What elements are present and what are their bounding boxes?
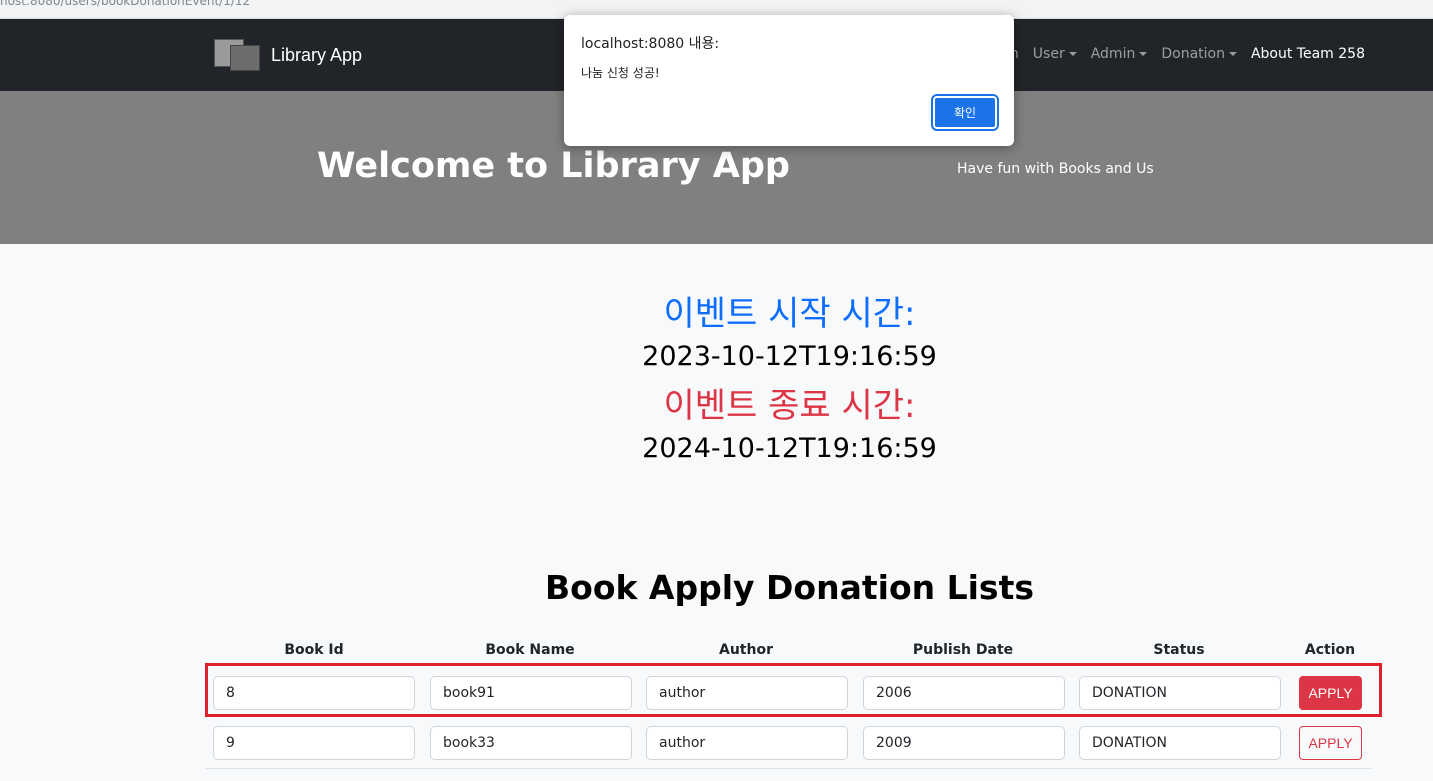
apply-button[interactable]: APPLY [1299,676,1362,710]
table-header: Book Id Book Name Author Publish Date St… [206,642,1372,662]
nav-item-donation[interactable]: Donation [1161,46,1237,62]
column-header-status: Status [1153,642,1205,658]
dialog-title: localhost:8080 내용: [581,36,720,52]
publish-date-field[interactable]: 2006 [863,676,1065,710]
author-field[interactable]: author [646,676,848,710]
column-header-author: Author [719,642,773,658]
caret-down-icon [1068,52,1077,56]
nav-item-user-label: User [1032,46,1065,62]
status-field[interactable]: DONATION [1079,726,1281,760]
nav-menu: rch User Admin Donation About Team 258 [997,46,1365,62]
event-start-label: 이벤트 시작 시간: [663,294,916,334]
column-header-book-name: Book Name [485,642,575,658]
nav-item-admin-label: Admin [1090,46,1136,62]
event-start-time: 2023-10-12T19:16:59 [642,341,937,372]
hero-title: Welcome to Library App [317,146,790,186]
dialog-ok-button[interactable]: 확인 [931,94,999,131]
event-end-label: 이벤트 종료 시간: [663,386,916,426]
book-id-field[interactable]: 9 [213,726,415,760]
brand-logo-icon [214,39,260,71]
book-name-field[interactable]: book33 [430,726,632,760]
publish-date-field[interactable]: 2009 [863,726,1065,760]
hero-subtitle: Have fun with Books and Us [957,161,1154,177]
table-row: 9 book33 author 2009 DONATION APPLY [206,717,1372,769]
dialog-message: 나눔 신청 성공! [581,66,660,80]
caret-down-icon [1139,52,1148,56]
book-name-field[interactable]: book91 [430,676,632,710]
nav-item-admin[interactable]: Admin [1091,46,1148,62]
nav-item-about-label: About Team 258 [1250,46,1365,62]
author-field[interactable]: author [646,726,848,760]
status-field[interactable]: DONATION [1079,676,1281,710]
table-row: 8 book91 author 2006 DONATION APPLY [206,667,1372,717]
event-end-time: 2024-10-12T19:16:59 [642,433,937,464]
nav-item-donation-label: Donation [1161,46,1225,62]
nav-item-about[interactable]: About Team 258 [1251,46,1365,62]
list-title: Book Apply Donation Lists [545,568,1034,607]
column-header-action: Action [1304,642,1356,658]
apply-button[interactable]: APPLY [1299,726,1362,760]
column-header-publish-date: Publish Date [912,642,1014,658]
address-url[interactable]: host:8080/users/bookDonationEvent/1/12 [0,0,250,8]
column-header-book-id: Book Id [284,642,344,658]
caret-down-icon [1228,52,1237,56]
navbar-brand[interactable]: Library App [214,39,362,71]
book-id-field[interactable]: 8 [213,676,415,710]
nav-item-user[interactable]: User [1033,46,1077,62]
brand-name: Library App [271,44,363,65]
alert-dialog: localhost:8080 내용: 나눔 신청 성공! 확인 [564,15,1014,146]
